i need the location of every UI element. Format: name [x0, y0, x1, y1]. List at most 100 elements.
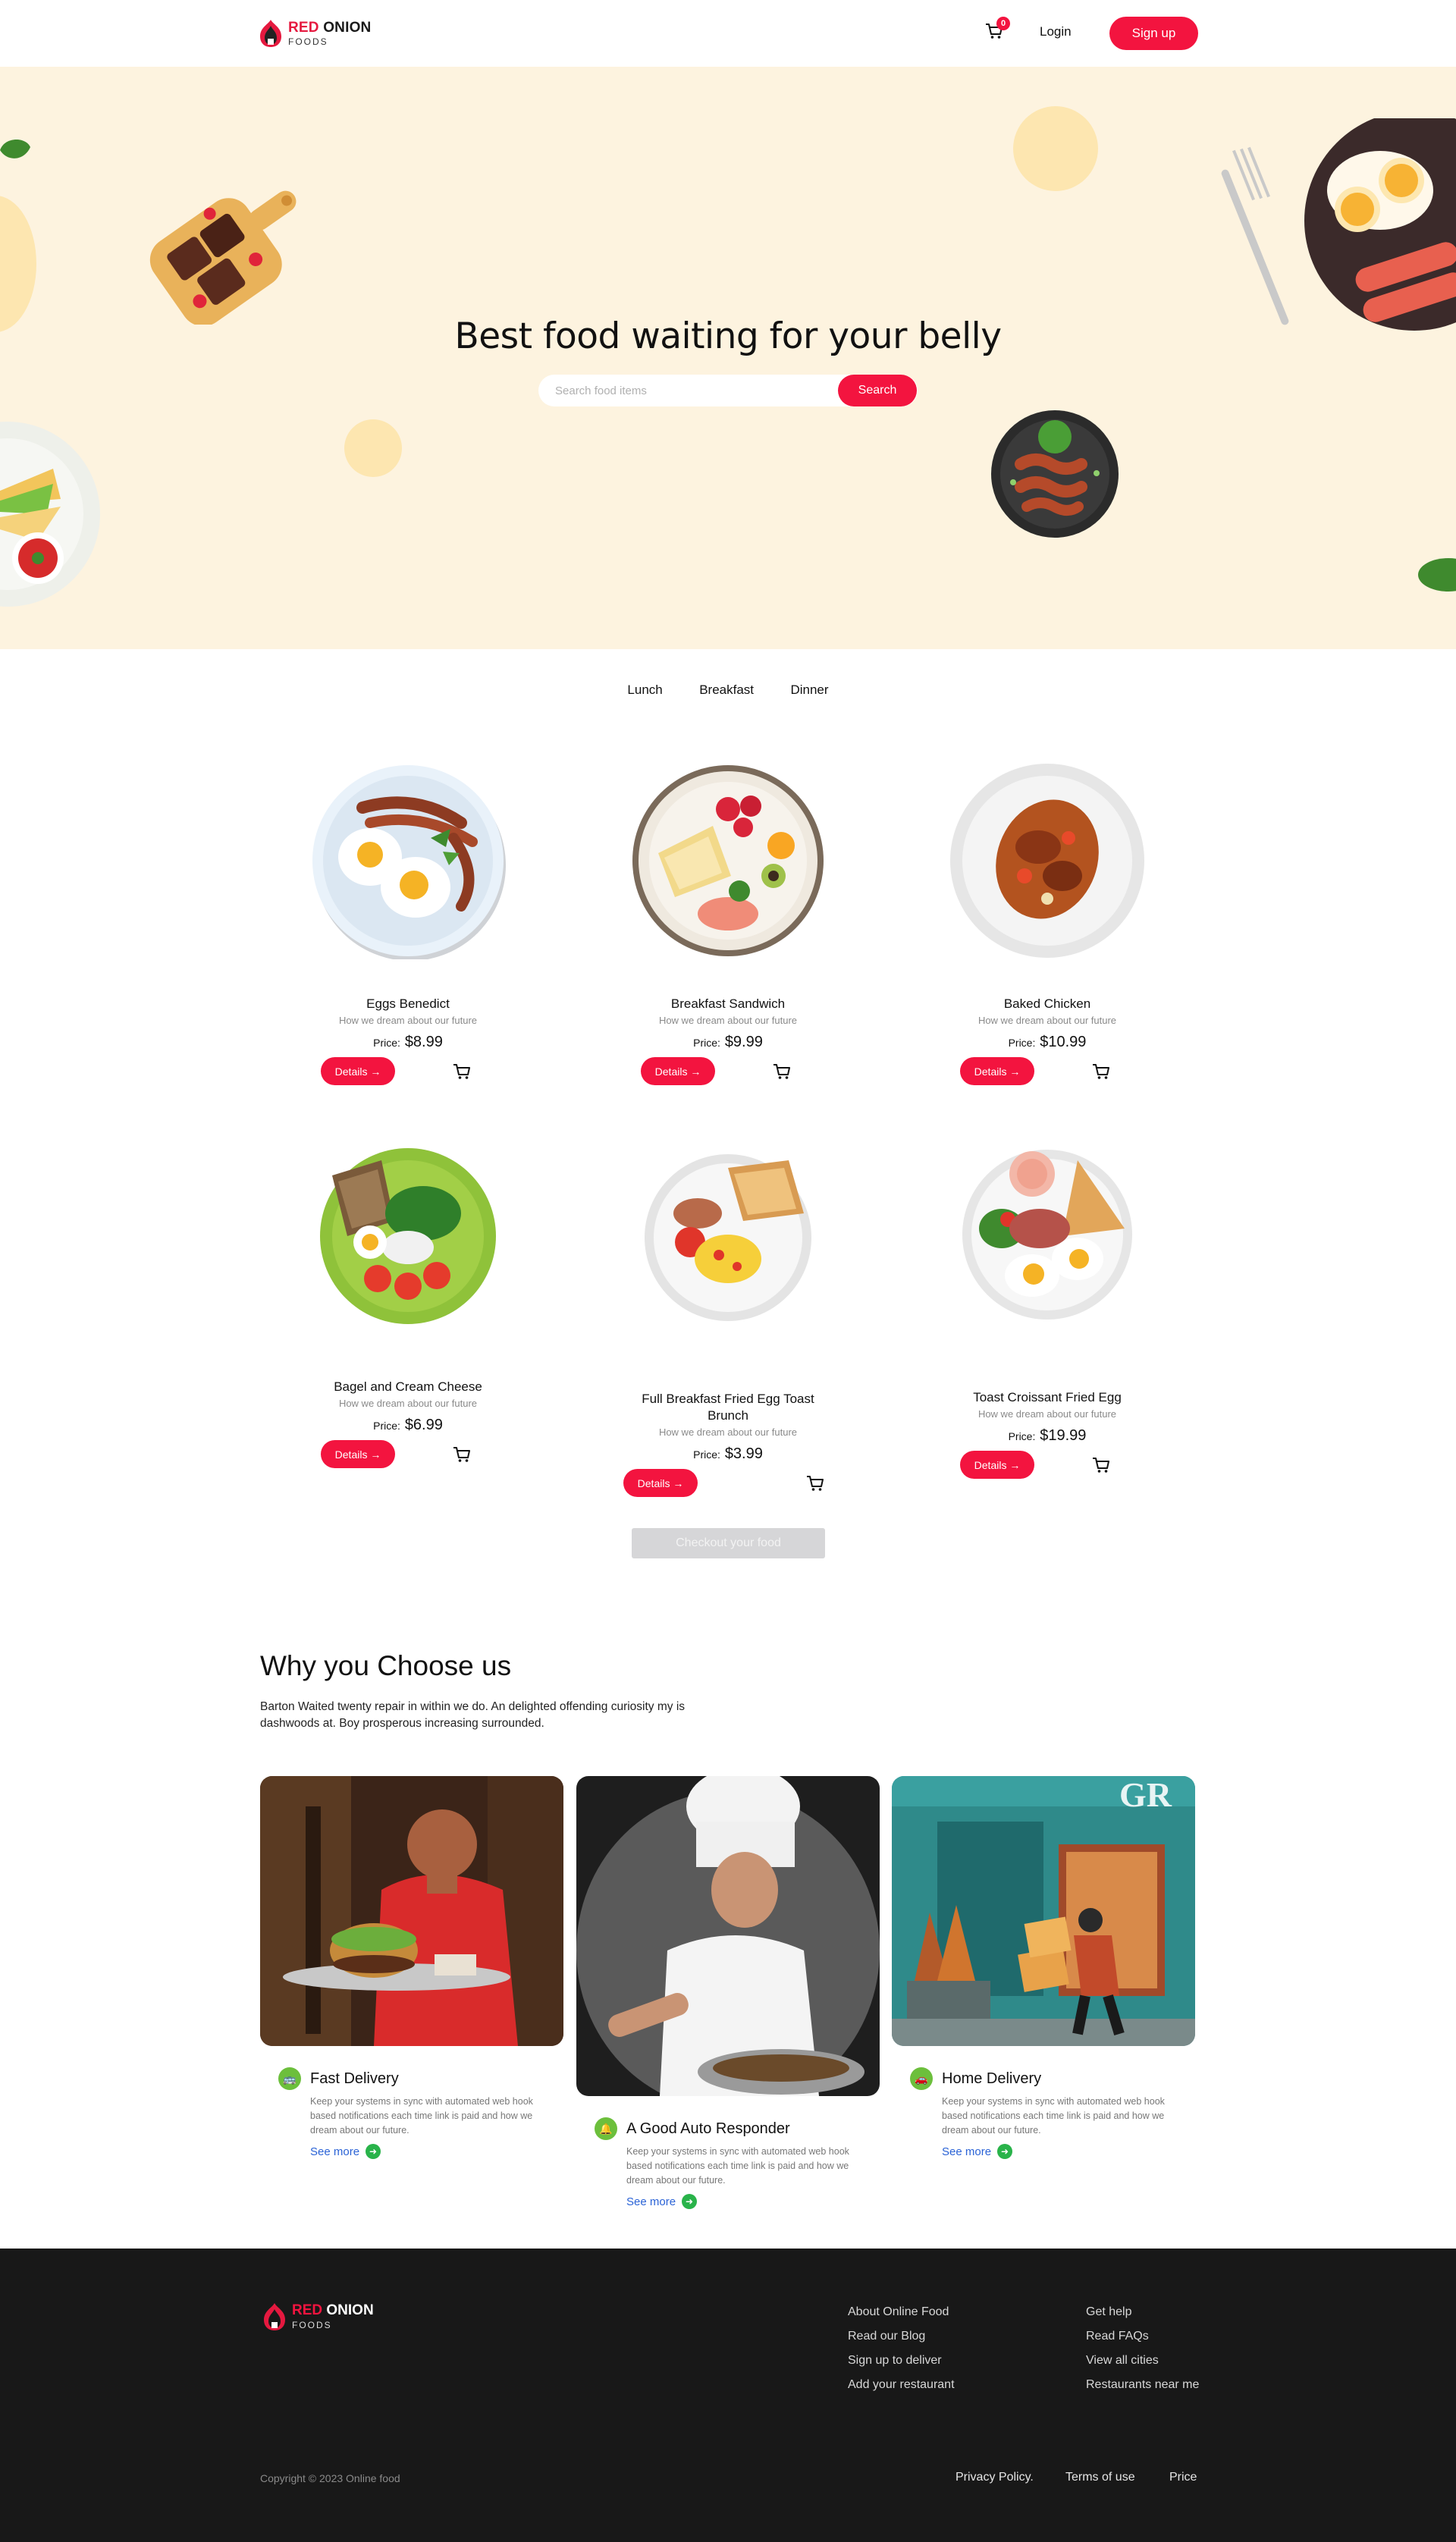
- see-more-label: See more: [942, 2145, 992, 2158]
- footer-link-cities[interactable]: View all cities: [1086, 2349, 1199, 2373]
- food-desc: How we dream about our future: [658, 1015, 798, 1026]
- feature-title: Home Delivery: [942, 2070, 1042, 2087]
- brand-logo[interactable]: RED ONION FOODS: [258, 18, 371, 49]
- footer-brand-logo[interactable]: RED ONION FOODS: [262, 2302, 374, 2332]
- tab-lunch[interactable]: Lunch: [627, 683, 662, 698]
- tab-breakfast[interactable]: Breakfast: [699, 683, 754, 698]
- privacy-policy-link[interactable]: Privacy Policy.: [956, 2471, 1034, 2484]
- brownie-board-image: [149, 190, 297, 325]
- add-to-cart-icon[interactable]: [805, 1473, 825, 1493]
- footer-links-col-1: About Online Food Read our Blog Sign up …: [848, 2300, 955, 2397]
- price-amount: $6.99: [404, 1417, 443, 1433]
- car-icon: 🚗: [910, 2067, 933, 2090]
- food-desc: How we dream about our future: [977, 1408, 1117, 1420]
- price-amount: $10.99: [1040, 1034, 1087, 1050]
- nav-cart-button[interactable]: 0: [984, 17, 1010, 44]
- bell-icon: 🔔: [595, 2117, 617, 2140]
- footer-link-faqs[interactable]: Read FAQs: [1086, 2324, 1199, 2349]
- add-to-cart-icon[interactable]: [1091, 1455, 1111, 1475]
- footer-link-restaurants-near[interactable]: Restaurants near me: [1086, 2373, 1199, 2397]
- food-card[interactable]: Breakfast Sandwich How we dream about ou…: [614, 762, 842, 1087]
- why-title: Why you Choose us: [260, 1650, 512, 1681]
- food-price: Price: $8.99: [294, 1034, 522, 1051]
- brand-tagline: FOODS: [292, 2320, 332, 2330]
- delivery-man-burger-photo: [260, 1776, 563, 2046]
- feature-title: A Good Auto Responder: [626, 2120, 790, 2137]
- tab-dinner[interactable]: Dinner: [790, 683, 828, 698]
- see-more-label: See more: [626, 2195, 676, 2208]
- decorative-circle: [1013, 106, 1098, 191]
- food-card[interactable]: Baked Chicken How we dream about our fut…: [934, 762, 1161, 1087]
- login-button[interactable]: Login: [1040, 24, 1072, 39]
- search-button[interactable]: Search: [838, 375, 917, 406]
- feature-card-auto-responder: 🔔 A Good Auto Responder Keep your system…: [576, 1776, 880, 2223]
- price-amount: $19.99: [1040, 1427, 1087, 1444]
- food-card[interactable]: Toast Croissant Fried Egg How we dream a…: [934, 1145, 1161, 1481]
- brand-name-red: RED: [288, 20, 319, 36]
- site-footer: RED ONION FOODS About Online Food Read o…: [0, 2249, 1456, 2542]
- feature-card-home-delivery: GR 🚗 Home Delivery Keep your systems in …: [892, 1776, 1195, 2170]
- search-input[interactable]: [555, 375, 843, 406]
- details-button[interactable]: Details →: [641, 1057, 715, 1085]
- add-to-cart-icon[interactable]: [452, 1062, 472, 1081]
- leaf-image: [0, 139, 30, 158]
- food-desc: How we dream about our future: [338, 1015, 478, 1026]
- taco-plate-image: [0, 422, 100, 607]
- decorative-circle: [0, 196, 36, 332]
- baked-chicken-image: [950, 764, 1144, 958]
- hero-title: Best food waiting for your belly: [454, 315, 1002, 357]
- details-button[interactable]: Details →: [960, 1057, 1034, 1085]
- details-button[interactable]: Details →: [623, 1469, 698, 1497]
- toast-croissant-image: [962, 1150, 1132, 1320]
- footer-link-signup-deliver[interactable]: Sign up to deliver: [848, 2349, 955, 2373]
- food-card[interactable]: Full Breakfast Fried Egg Toast Brunch Ho…: [614, 1145, 842, 1499]
- arrow-right-icon: ➜: [366, 2144, 381, 2159]
- feature-text: Keep your systems in sync with automated…: [626, 2146, 849, 2186]
- food-price: Price: $9.99: [614, 1034, 842, 1051]
- see-more-link[interactable]: See more ➜: [942, 2144, 1013, 2159]
- food-desc: How we dream about our future: [977, 1015, 1117, 1026]
- food-card[interactable]: Eggs Benedict How we dream about our fut…: [294, 762, 522, 1087]
- checkout-button[interactable]: Checkout your food: [632, 1528, 825, 1558]
- price-amount: $8.99: [404, 1034, 443, 1050]
- footer-link-help[interactable]: Get help: [1086, 2300, 1199, 2324]
- footer-link-about[interactable]: About Online Food: [848, 2300, 955, 2324]
- storefront-sign: GR: [1119, 1776, 1172, 1814]
- brand-name: ONION: [318, 20, 372, 36]
- details-button[interactable]: Details →: [321, 1057, 395, 1085]
- breakfast-sandwich-image: [632, 765, 824, 956]
- food-card[interactable]: Bagel and Cream Cheese How we dream abou…: [294, 1145, 522, 1470]
- meal-tabs: Lunch Breakfast Dinner: [0, 683, 1456, 698]
- feature-card-fast-delivery: 🚌 Fast Delivery Keep your systems in syn…: [260, 1776, 563, 2170]
- add-to-cart-icon[interactable]: [1091, 1062, 1111, 1081]
- footer-link-add-restaurant[interactable]: Add your restaurant: [848, 2373, 955, 2397]
- see-more-link[interactable]: See more ➜: [626, 2194, 698, 2209]
- price-prefix: Price:: [1008, 1430, 1036, 1442]
- footer-links-col-2: Get help Read FAQs View all cities Resta…: [1086, 2300, 1199, 2397]
- food-name: Eggs Benedict: [366, 996, 450, 1011]
- see-more-label: See more: [310, 2145, 360, 2158]
- see-more-link[interactable]: See more ➜: [310, 2144, 381, 2159]
- price-prefix: Price:: [693, 1037, 720, 1049]
- footer-link-blog[interactable]: Read our Blog: [848, 2324, 955, 2349]
- copyright-text: Copyright © 2023 Online food: [260, 2472, 400, 2484]
- add-to-cart-icon[interactable]: [772, 1062, 792, 1081]
- hero-banner: Best food waiting for your belly: [0, 67, 1456, 649]
- details-button[interactable]: Details →: [321, 1440, 395, 1468]
- why-subtitle: Barton Waited twenty repair in within we…: [260, 1700, 686, 1730]
- home-delivery-photo: GR: [892, 1776, 1195, 2046]
- chef-cooking-photo: [576, 1776, 880, 2096]
- bus-icon: 🚌: [278, 2067, 301, 2090]
- details-button[interactable]: Details →: [960, 1451, 1034, 1479]
- sausage-bowl-image: [991, 410, 1119, 538]
- price-prefix: Price:: [1008, 1037, 1036, 1049]
- signup-button[interactable]: Sign up: [1109, 17, 1198, 50]
- onion-logo-icon: [260, 20, 281, 47]
- full-breakfast-image: [645, 1154, 811, 1321]
- cart-count-badge: 0: [996, 17, 1010, 30]
- terms-of-use-link[interactable]: Terms of use: [1065, 2471, 1135, 2484]
- food-desc: How we dream about our future: [338, 1398, 478, 1409]
- price-link[interactable]: Price: [1169, 2471, 1197, 2484]
- food-price: Price: $3.99: [614, 1445, 842, 1463]
- add-to-cart-icon[interactable]: [452, 1445, 472, 1464]
